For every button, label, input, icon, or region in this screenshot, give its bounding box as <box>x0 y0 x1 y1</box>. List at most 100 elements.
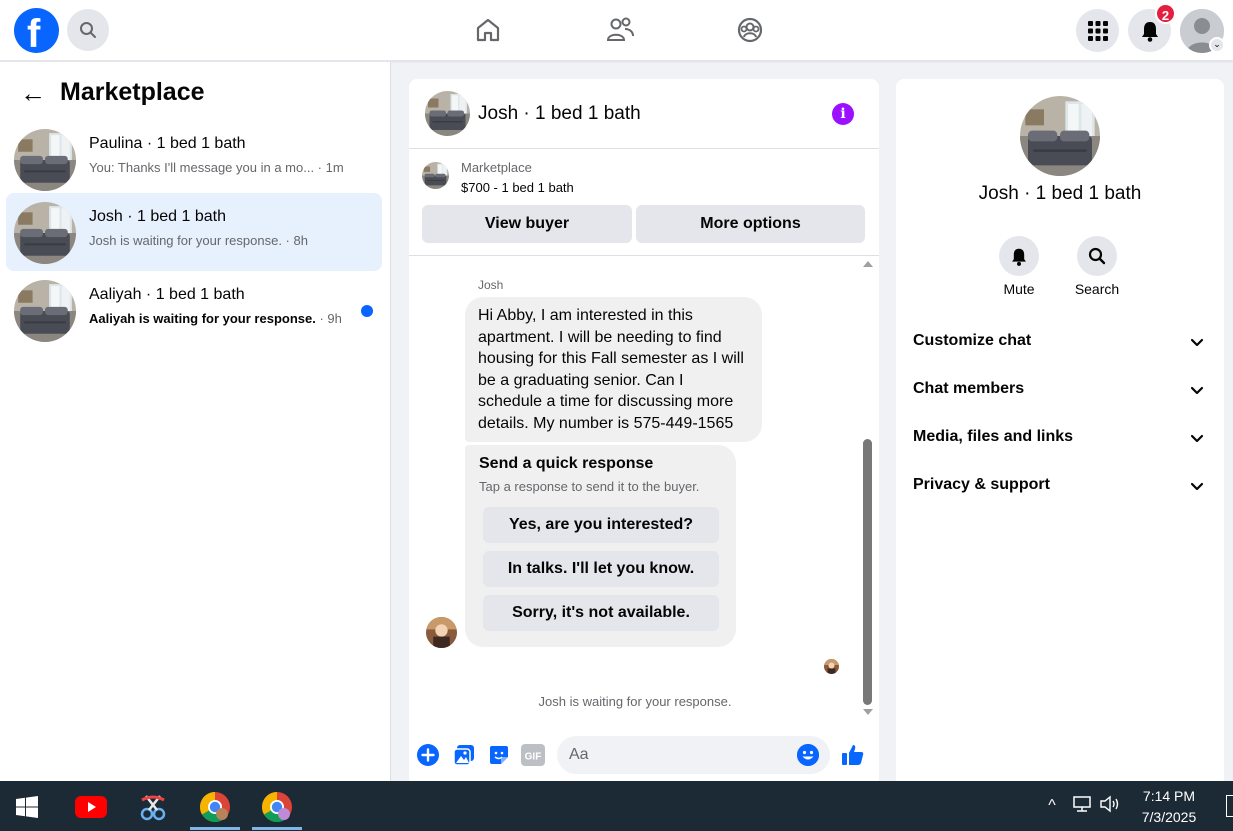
conversation-item-paulina[interactable]: Paulina · 1 bed 1 bath You: Thanks I'll … <box>6 120 382 198</box>
conversation-time: · 9h <box>315 311 342 326</box>
conversation-preview: Aaliyah is waiting for your response. · … <box>89 311 342 326</box>
info-icon[interactable]: i <box>832 103 854 125</box>
bell-icon <box>1012 248 1026 266</box>
youtube-app-icon[interactable] <box>73 789 109 825</box>
conversation-details-panel: Josh · 1 bed 1 bath Mute Search Customiz… <box>896 79 1224 781</box>
incoming-message-bubble: Hi Abby, I am interested in this apartme… <box>465 297 762 442</box>
sender-name: Josh <box>478 278 504 292</box>
active-app-indicator <box>190 827 240 830</box>
search-icon <box>80 22 96 38</box>
waiting-status-text: Josh is waiting for your response. <box>538 694 732 709</box>
emoji-icon[interactable] <box>797 744 819 766</box>
quick-response-subtitle: Tap a response to send it to the buyer. <box>479 479 700 494</box>
listing-summary: Marketplace $700 - 1 bed 1 bath View buy… <box>409 150 879 256</box>
conversation-preview: You: Thanks I'll message you in a mo... … <box>89 160 344 175</box>
nav-groups[interactable] <box>735 14 765 46</box>
nav-friends[interactable] <box>605 14 635 46</box>
message-input[interactable] <box>569 736 789 774</box>
system-clock[interactable]: 7:14 PM 7/3/2025 <box>1128 786 1210 828</box>
active-app-indicator <box>252 827 302 830</box>
conversation-preview: Josh is waiting for your response. · 8h <box>89 233 308 248</box>
bell-icon <box>1141 21 1158 42</box>
details-title: Josh · 1 bed 1 bath <box>978 183 1142 204</box>
show-desktop-button[interactable] <box>1226 795 1233 817</box>
section-chat-members[interactable]: Chat members <box>904 370 1216 410</box>
nav-home[interactable] <box>473 14 503 46</box>
section-label: Chat members <box>913 380 1025 397</box>
section-media-files-links[interactable]: Media, files and links <box>904 418 1216 458</box>
section-label: Customize chat <box>913 332 1032 349</box>
clock-time: 7:14 PM <box>1142 788 1196 804</box>
view-buyer-button[interactable]: View buyer <box>422 205 632 243</box>
more-options-button[interactable]: More options <box>636 205 865 243</box>
listing-thumbnail <box>422 162 449 189</box>
snipping-tool-icon[interactable] <box>135 789 171 825</box>
chevron-down-icon <box>1189 382 1205 398</box>
conversation-list-panel: ← Marketplace Paulina · 1 bed 1 bath You… <box>0 62 391 781</box>
facebook-logo-icon[interactable]: f <box>14 8 59 56</box>
message-scrollbar[interactable] <box>860 260 876 716</box>
search-button[interactable] <box>67 9 109 51</box>
conversation-name: Aaliyah · 1 bed 1 bath <box>89 286 245 303</box>
listing-thumbnail[interactable] <box>1020 96 1100 176</box>
listing-thumbnail <box>14 280 76 342</box>
search-in-conversation-button[interactable]: Search <box>1067 236 1127 297</box>
mute-button[interactable]: Mute <box>989 236 1049 297</box>
conversation-name: Paulina · 1 bed 1 bath <box>89 135 246 152</box>
search-icon <box>1088 247 1106 265</box>
svg-text:GIF: GIF <box>525 752 542 763</box>
chat-thumbnail[interactable] <box>425 91 470 136</box>
chat-title[interactable]: Josh · 1 bed 1 bath <box>478 103 641 125</box>
scrollbar-thumb[interactable] <box>863 439 872 705</box>
clock-date: 7/3/2025 <box>1141 809 1197 825</box>
plus-icon[interactable] <box>416 743 440 767</box>
message-composer: GIF <box>409 727 879 781</box>
conversation-time: · 1m <box>314 160 344 175</box>
listing-price: $700 - 1 bed 1 bath <box>461 180 574 195</box>
back-arrow-icon[interactable]: ← <box>20 79 46 107</box>
message-input-wrapper <box>557 736 830 774</box>
unread-indicator <box>361 305 373 317</box>
windows-start-icon[interactable] <box>9 789 45 825</box>
conversation-item-josh[interactable]: Josh · 1 bed 1 bath Josh is waiting for … <box>6 193 382 271</box>
chevron-up-icon[interactable]: ^ <box>1041 795 1063 817</box>
quick-response-button[interactable]: Sorry, it's not available. <box>483 595 719 631</box>
scroll-up-arrow-icon[interactable] <box>863 261 873 267</box>
scroll-down-arrow-icon[interactable] <box>863 709 873 715</box>
network-icon[interactable] <box>1071 795 1093 817</box>
gif-icon[interactable]: GIF <box>521 743 545 767</box>
page-title: Marketplace <box>60 78 205 106</box>
mute-label: Mute <box>1003 281 1035 297</box>
photo-icon[interactable] <box>452 743 476 767</box>
chevron-down-icon <box>1189 478 1205 494</box>
section-customize-chat[interactable]: Customize chat <box>904 322 1216 362</box>
grid-menu-icon <box>1087 20 1108 41</box>
thumbs-up-icon[interactable] <box>841 743 865 767</box>
chevron-down-icon <box>1189 334 1205 350</box>
volume-icon[interactable] <box>1099 795 1121 817</box>
chrome-browser-profile-icon[interactable] <box>259 789 295 825</box>
section-privacy-support[interactable]: Privacy & support <box>904 466 1216 506</box>
listing-thumbnail <box>14 202 76 264</box>
conversation-item-aaliyah[interactable]: Aaliyah · 1 bed 1 bath Aaliyah is waitin… <box>6 271 382 349</box>
chat-header: Josh · 1 bed 1 bath i <box>409 79 879 149</box>
section-label: Privacy & support <box>913 476 1050 493</box>
top-navigation-bar: f 2 ⌄ <box>0 0 1233 61</box>
quick-response-title: Send a quick response <box>479 455 654 472</box>
sender-avatar[interactable] <box>426 617 457 648</box>
quick-response-button[interactable]: Yes, are you interested? <box>483 507 719 543</box>
listing-thumbnail <box>14 129 76 191</box>
quick-response-button[interactable]: In talks. I'll let you know. <box>483 551 719 587</box>
friends-icon <box>606 17 634 41</box>
sticker-icon[interactable] <box>487 743 511 767</box>
menu-button[interactable] <box>1076 9 1119 52</box>
section-label: Media, files and links <box>913 428 1074 445</box>
quick-response-card: Send a quick response Tap a response to … <box>465 445 736 647</box>
conversation-time: · 8h <box>281 233 308 248</box>
groups-icon <box>737 17 763 43</box>
listing-category: Marketplace <box>461 160 532 175</box>
chrome-browser-icon[interactable] <box>197 789 233 825</box>
chevron-down-icon[interactable]: ⌄ <box>1209 37 1225 53</box>
chat-panel: Josh · 1 bed 1 bath i Marketplace $700 -… <box>409 79 879 781</box>
conversation-name: Josh · 1 bed 1 bath <box>89 208 226 225</box>
